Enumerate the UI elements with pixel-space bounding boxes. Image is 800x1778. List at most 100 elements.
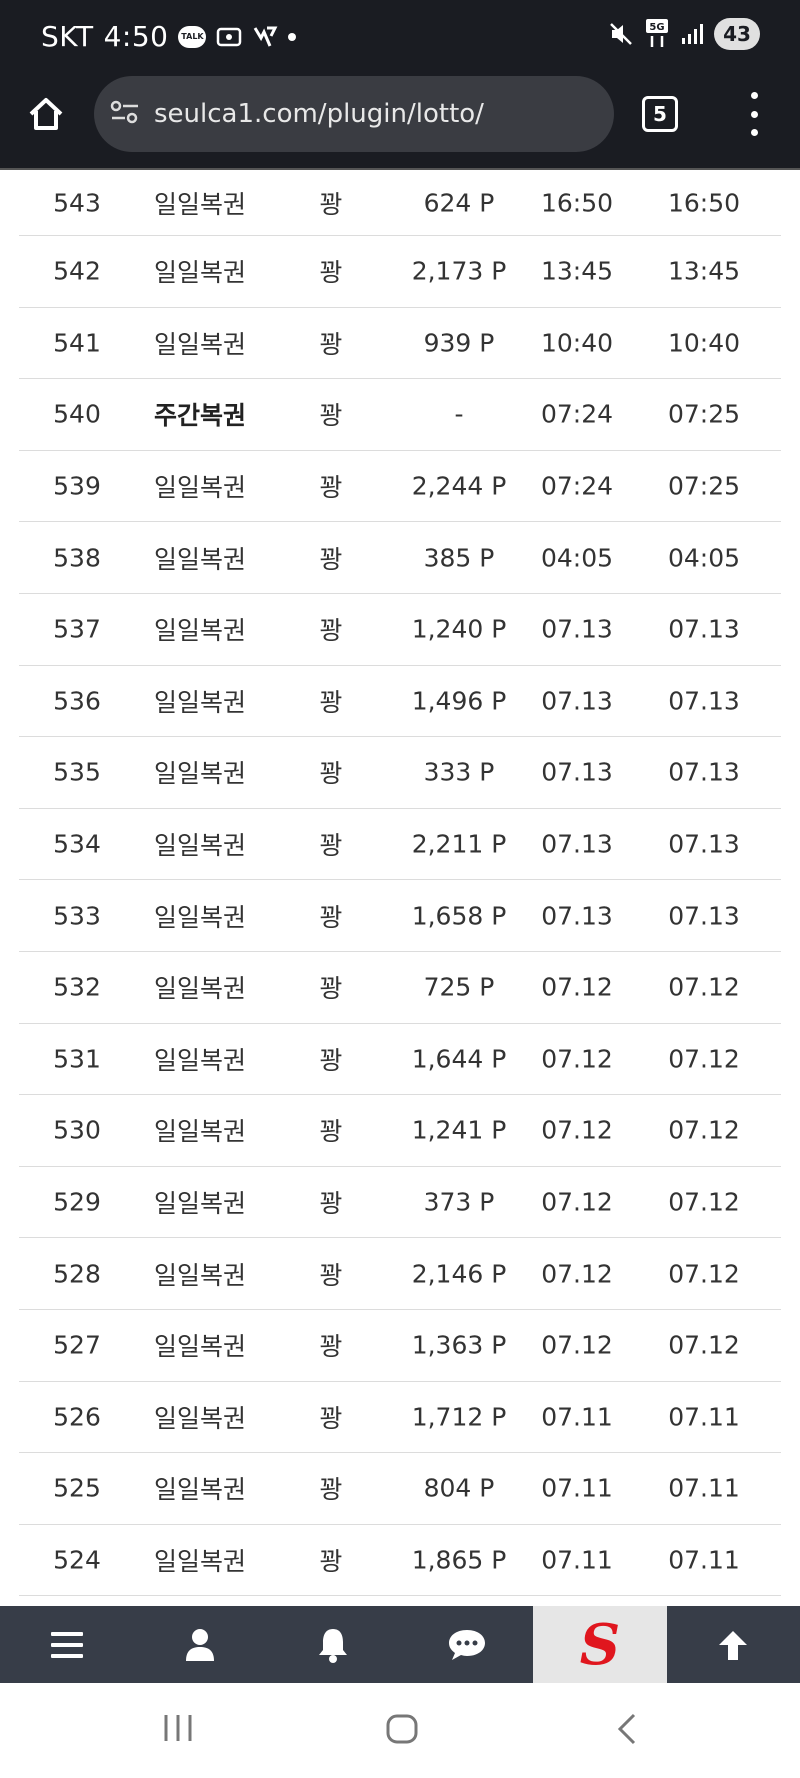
battery-indicator: 43 [714,18,760,50]
arrow-up-icon[interactable] [667,1606,800,1683]
result-text: 꽝 [319,687,343,717]
menu-icon[interactable] [0,1606,133,1683]
point-amount: 1,240 P [411,614,507,644]
entry-number: 541 [53,328,101,358]
result-text: 꽝 [319,329,343,359]
lotto-type: 일일복권 [153,473,247,503]
point-amount: - [454,399,464,429]
chat-icon[interactable] [400,1606,533,1683]
point-amount: 333 P [423,757,495,787]
purchase-time: 07:24 [540,399,614,429]
bell-icon[interactable] [267,1606,400,1683]
point-amount: 725 P [423,972,495,1002]
purchase-time: 13:45 [540,256,614,286]
draw-time: 10:40 [667,328,741,358]
bolt-icon [252,24,278,50]
result-text: 꽝 [319,831,343,861]
table-row: 524 일일복권 꽝 1,865 P 07.11 07.11 [19,1525,781,1597]
lotto-type: 일일복권 [153,1045,247,1075]
entry-number: 542 [53,256,101,286]
draw-time: 07:25 [667,471,741,501]
url-text: seulca1.com/plugin/lotto/ [154,99,484,129]
point-amount: 2,211 P [411,829,507,859]
entry-number: 533 [53,901,101,931]
purchase-time: 07.13 [541,686,613,716]
table-row: 541 일일복권 꽝 939 P 10:40 10:40 [19,308,781,380]
user-icon[interactable] [133,1606,266,1683]
notification-dot-icon [288,32,297,41]
draw-time: 07.13 [668,901,740,931]
result-text: 꽝 [319,902,343,932]
site-logo[interactable]: S [533,1606,667,1683]
table-row: 526 일일복권 꽝 1,712 P 07.11 07.11 [19,1382,781,1454]
screenshot-icon [216,25,242,49]
purchase-time: 07.13 [541,614,613,644]
draw-time: 07.12 [668,1187,740,1217]
lotto-type: 일일복권 [153,687,247,717]
table-row: 535 일일복권 꽝 333 P 07.13 07.13 [19,737,781,809]
table-row: 527 일일복권 꽝 1,363 P 07.12 07.12 [19,1310,781,1382]
point-amount: 2,244 P [411,471,507,501]
result-text: 꽝 [319,1475,343,1505]
point-amount: 2,173 P [411,256,507,286]
address-bar[interactable]: seulca1.com/plugin/lotto/ [94,76,614,152]
lotto-type: 일일복권 [153,1403,247,1433]
result-text: 꽝 [319,1546,343,1576]
purchase-time: 07.13 [541,829,613,859]
recent-apps-icon[interactable] [162,1713,194,1747]
lotto-type: 일일복권 [153,616,247,646]
entry-number: 540 [53,399,101,429]
lotto-type: 일일복권 [153,1546,247,1576]
home-nav-icon[interactable] [385,1713,419,1749]
purchase-time: 07:24 [540,471,614,501]
network-label: 5G [649,22,664,33]
entry-number: 529 [53,1187,101,1217]
network-5g-icon: 5G [644,19,670,49]
result-text: 꽝 [319,1045,343,1075]
kakaotalk-icon: TALK [178,25,207,48]
tab-switcher-button[interactable]: 5 [642,96,678,132]
draw-time: 07:25 [667,399,741,429]
table-row: 530 일일복권 꽝 1,241 P 07.12 07.12 [19,1095,781,1167]
result-text: 꽝 [319,1403,343,1433]
entry-number: 528 [53,1259,101,1289]
home-icon[interactable] [26,94,66,134]
lotto-type: 일일복권 [153,831,247,861]
site-settings-icon[interactable] [110,98,140,130]
entry-number: 534 [53,829,101,859]
draw-time: 04:05 [667,543,741,573]
more-options-icon[interactable] [744,92,764,136]
lotto-type: 주간복권 [153,401,247,431]
draw-time: 07.13 [668,614,740,644]
table-row: 531 일일복권 꽝 1,644 P 07.12 07.12 [19,1024,781,1096]
result-text: 꽝 [319,616,343,646]
purchase-time: 07.12 [541,1115,613,1145]
lotto-type: 일일복권 [153,974,247,1004]
result-text: 꽝 [319,1332,343,1362]
entry-number: 531 [53,1044,101,1074]
lotto-type: 일일복권 [153,1475,247,1505]
entry-number: 543 [53,188,101,217]
lotto-type: 일일복권 [153,258,247,288]
purchase-time: 07.12 [541,1187,613,1217]
lotto-type: 일일복권 [153,329,247,359]
point-amount: 1,644 P [411,1044,507,1074]
table-row: 533 일일복권 꽝 1,658 P 07.13 07.13 [19,880,781,952]
back-nav-icon[interactable] [614,1713,638,1749]
table-row: 540 주간복권 꽝 - 07:24 07:25 [19,379,781,451]
draw-time: 07.12 [668,1259,740,1289]
table-row: 543 일일복권 꽝 624 P 16:50 16:50 [19,170,781,236]
lotto-type: 일일복권 [153,189,247,219]
purchase-time: 16:50 [540,188,614,217]
entry-number: 536 [53,686,101,716]
draw-time: 16:50 [667,188,741,217]
purchase-time: 07.13 [541,757,613,787]
draw-time: 07.13 [668,829,740,859]
lotto-type: 일일복권 [153,902,247,932]
draw-time: 07.13 [668,686,740,716]
point-amount: 1,712 P [411,1402,507,1432]
entry-number: 535 [53,757,101,787]
point-amount: 624 P [423,188,495,217]
carrier-label: SKT [41,20,94,53]
lotto-history-table: 543 일일복권 꽝 624 P 16:50 16:50 542 일일복권 꽝 2,173 P 13… [19,170,781,1597]
